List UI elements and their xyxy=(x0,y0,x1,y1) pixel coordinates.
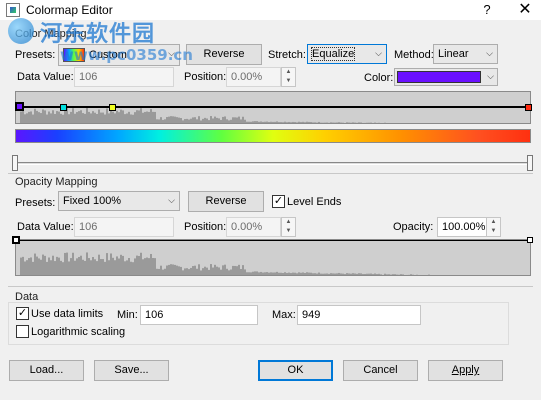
opacity-presets-combo[interactable]: Fixed 100% ⌵ xyxy=(58,191,180,211)
level-ends-checkbox[interactable]: ✓ xyxy=(272,195,285,208)
color-presets-label: Presets: xyxy=(15,49,56,61)
use-data-limits-label: Use data limits xyxy=(31,308,104,320)
color-data-value-field[interactable]: 106 xyxy=(74,67,174,87)
use-data-limits-checkbox[interactable]: ✓ xyxy=(16,307,29,320)
cancel-button[interactable]: Cancel xyxy=(343,360,418,381)
apply-label: Apply xyxy=(451,364,480,376)
min-label: Min: xyxy=(117,309,138,321)
opacity-reverse-button[interactable]: Reverse xyxy=(188,191,264,212)
chevron-down-icon: ⌵ xyxy=(168,195,175,205)
color-control-point[interactable] xyxy=(109,104,117,111)
chevron-down-icon: ⌵ xyxy=(486,48,493,58)
opacity-position-spinner[interactable]: ▲ ▼ xyxy=(281,217,296,237)
divider xyxy=(8,173,533,174)
save-button[interactable]: Save... xyxy=(94,360,169,381)
range-max-handle[interactable] xyxy=(527,155,533,171)
watermark-text: 河东软件园 xyxy=(40,22,156,47)
color-control-point[interactable] xyxy=(15,102,24,111)
opacity-data-value-field[interactable]: 106 xyxy=(74,217,174,237)
min-field[interactable]: 106 xyxy=(140,305,258,325)
help-button[interactable]: ? xyxy=(478,1,496,19)
colormap-line xyxy=(15,106,531,108)
log-scaling-label: Logarithmic scaling xyxy=(31,326,126,338)
opacity-control-point-left[interactable] xyxy=(12,236,20,244)
chevron-down-icon: ⌵ xyxy=(375,48,382,58)
max-label: Max: xyxy=(272,309,296,321)
ok-button[interactable]: OK xyxy=(258,360,333,381)
method-value: Linear xyxy=(438,48,469,60)
opacity-histogram[interactable] xyxy=(15,239,531,276)
color-position-label: Position: xyxy=(184,71,227,83)
chevron-down-icon: ⌵ xyxy=(487,71,494,81)
color-label: Color: xyxy=(364,72,394,84)
load-button[interactable]: Load... xyxy=(9,360,84,381)
color-control-point[interactable] xyxy=(60,104,68,111)
histogram-graphic xyxy=(20,108,386,123)
apply-button[interactable]: Apply xyxy=(428,360,503,381)
color-picker-combo[interactable]: ⌵ xyxy=(394,68,498,86)
method-label: Method: xyxy=(394,49,434,61)
range-slider-track[interactable] xyxy=(15,162,531,165)
method-combo[interactable]: Linear ⌵ xyxy=(433,44,498,64)
opacity-mapping-group-label: Opacity Mapping xyxy=(15,176,98,188)
opacity-spinner[interactable]: ▲ ▼ xyxy=(486,217,501,237)
color-data-value-label: Data Value: xyxy=(17,71,74,83)
color-position-field[interactable]: 0.00% xyxy=(226,67,281,87)
color-position-spinner[interactable]: ▲ ▼ xyxy=(281,67,296,87)
histogram-graphic xyxy=(20,252,430,275)
opacity-label: Opacity: xyxy=(393,221,434,233)
divider xyxy=(8,286,533,287)
opacity-position-field[interactable]: 0.00% xyxy=(226,217,281,237)
range-min-handle[interactable] xyxy=(12,155,18,171)
stretch-combo[interactable]: Equalize ⌵ xyxy=(307,44,387,64)
opacity-position-label: Position: xyxy=(184,221,227,233)
opacity-presets-label: Presets: xyxy=(15,197,56,209)
close-button[interactable]: ✕ xyxy=(516,1,534,19)
watermark-logo xyxy=(8,18,34,44)
selected-color-swatch xyxy=(397,71,481,83)
log-scaling-checkbox[interactable] xyxy=(16,325,29,338)
stretch-value: Equalize xyxy=(310,47,356,61)
max-field[interactable]: 949 xyxy=(297,305,421,325)
level-ends-label: Level Ends xyxy=(287,196,342,208)
watermark-url: www.pc0359.cn xyxy=(60,46,193,64)
app-icon xyxy=(6,3,20,17)
opacity-data-value-label: Data Value: xyxy=(17,221,74,233)
opacity-field[interactable]: 100.00% xyxy=(437,217,487,237)
window-title: Colormap Editor xyxy=(26,3,113,17)
color-control-point[interactable] xyxy=(525,104,532,111)
color-reverse-button[interactable]: Reverse xyxy=(186,44,262,65)
opacity-presets-value: Fixed 100% xyxy=(63,195,122,207)
opacity-line xyxy=(15,240,531,241)
stretch-label: Stretch: xyxy=(268,49,306,61)
opacity-control-point-right[interactable] xyxy=(527,237,533,243)
colormap-gradient-bar xyxy=(15,129,531,143)
